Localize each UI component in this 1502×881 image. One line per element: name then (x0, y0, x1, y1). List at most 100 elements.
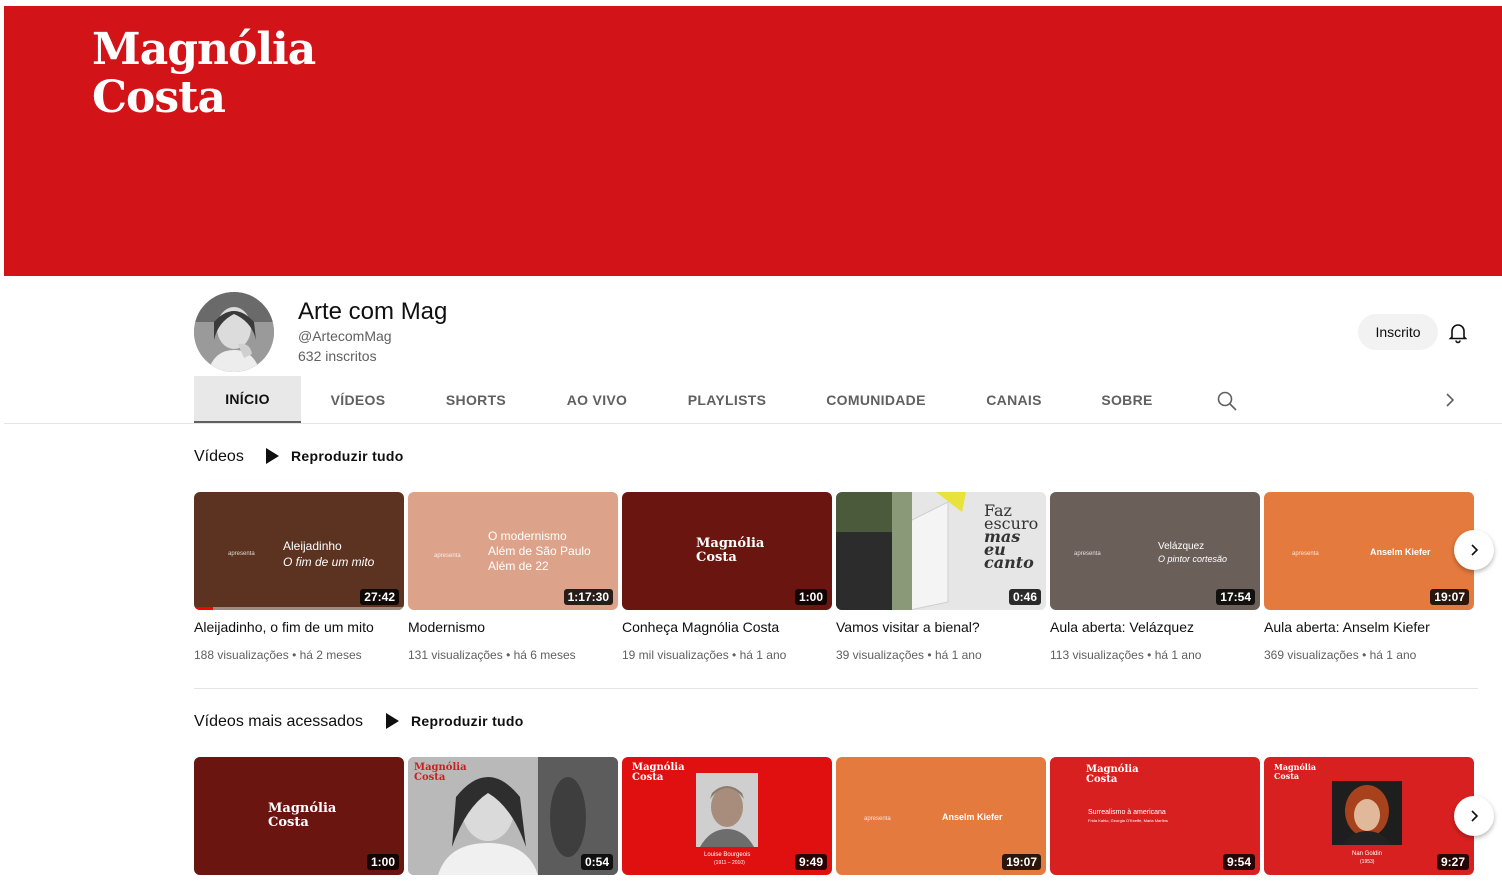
thumb-title-line: O modernismo (488, 529, 567, 543)
thumb-caption: (1911 – 2010) (714, 860, 745, 866)
thumb-title-line: Anselm Kiefer (1370, 547, 1431, 557)
shelf-next-button[interactable] (1454, 530, 1494, 570)
play-all-button[interactable]: Reproduzir tudo (386, 713, 524, 729)
tab-playlists[interactable]: PLAYLISTS (678, 376, 776, 424)
thumb-title-line: Além de 22 (488, 559, 549, 573)
video-duration: 0:46 (1008, 589, 1041, 605)
thumb-logo: Magnólia Costa (1086, 765, 1139, 785)
tab-comunidade[interactable]: COMUNIDADE (818, 376, 934, 424)
thumb-logo: Magnólia Costa (268, 802, 336, 830)
thumb-title-line: Além de São Paulo (488, 544, 591, 558)
thumb-small-text: apresenta (228, 551, 255, 557)
channel-avatar[interactable] (194, 292, 274, 372)
channel-banner: Magnólia Costa (4, 6, 1502, 276)
thumb-caption: (1953) (1360, 859, 1375, 865)
thumb-text: Faz escuro mas eu canto (984, 503, 1038, 572)
video-thumbnail[interactable]: apresenta Anselm Kiefer 19:07 (836, 757, 1046, 875)
subscribe-button[interactable]: Inscrito (1358, 314, 1438, 350)
watch-progress-track (194, 607, 404, 610)
play-all-button[interactable]: Reproduzir tudo (266, 448, 404, 464)
video-thumbnail[interactable]: Faz escuro mas eu canto 0:46 (836, 492, 1046, 610)
video-thumbnail[interactable]: apresenta Anselm Kiefer 19:07 (1264, 492, 1474, 610)
tab-videos[interactable]: VÍDEOS (318, 376, 398, 424)
thumb-title-line: O fim de um mito (283, 555, 375, 569)
chevron-right-icon[interactable] (1440, 390, 1460, 410)
thumb-title-line: Anselm Kiefer (942, 812, 1003, 822)
tabs-divider (4, 423, 1502, 424)
video-age: há 1 ano (1154, 648, 1202, 662)
thumb-portrait (696, 773, 758, 847)
tab-inicio[interactable]: INÍCIO (194, 376, 301, 424)
video-duration: 9:49 (794, 854, 827, 870)
video-duration: 19:07 (1430, 589, 1469, 605)
video-title[interactable]: Vamos visitar a bienal? (836, 619, 1046, 635)
video-age: há 6 meses (513, 648, 576, 662)
thumb-logo: Magnólia Costa (632, 763, 685, 783)
thumb-caption: Frida Kahlo, Georgia O'Keeffe, Maria Mar… (1088, 818, 1168, 823)
video-duration: 9:27 (1436, 854, 1469, 870)
play-icon (386, 713, 399, 729)
video-views: 19 mil visualizações (622, 648, 729, 662)
thumb-logo-line: Magnólia (268, 801, 337, 816)
video-views: 188 visualizações (194, 648, 289, 662)
video-duration: 0:54 (580, 854, 613, 870)
thumb-logo-line: Magnólia (696, 536, 765, 551)
chevron-right-icon (1471, 810, 1479, 822)
banner-logo-line2: Costa (92, 72, 226, 123)
video-thumbnail[interactable]: Magnólia Costa Nan Goldin (1953) 9:27 (1264, 757, 1474, 875)
channel-tabs: INÍCIO VÍDEOS SHORTS AO VIVO PLAYLISTS C… (194, 376, 1474, 424)
video-age: há 2 meses (299, 648, 362, 662)
subscriber-count: 632 inscritos (298, 348, 377, 364)
thumb-text-line: canto (984, 553, 1034, 572)
thumb-small-text: apresenta (434, 553, 461, 559)
thumb-small-text: apresenta (864, 816, 891, 822)
video-duration: 1:00 (794, 589, 827, 605)
video-thumbnail[interactable]: Magnólia Costa 0:54 (408, 757, 618, 875)
video-title[interactable]: Conheça Magnólia Costa (622, 619, 832, 635)
thumb-portrait (1332, 781, 1402, 845)
video-thumbnail[interactable]: apresenta O modernismo Além de São Paulo… (408, 492, 618, 610)
tab-canais[interactable]: CANAIS (976, 376, 1052, 424)
thumb-logo-line: Costa (268, 815, 309, 830)
bell-icon[interactable] (1446, 320, 1470, 344)
video-thumbnail[interactable]: apresenta Aleijadinho O fim de um mito 2… (194, 492, 404, 610)
thumb-caption: Louise Bourgeois (704, 852, 751, 858)
tab-ao-vivo[interactable]: AO VIVO (556, 376, 638, 424)
video-title[interactable]: Modernismo (408, 619, 618, 635)
banner-logo-line1: Magnólia (92, 24, 316, 75)
play-all-label: Reproduzir tudo (411, 713, 524, 729)
watch-progress-bar (194, 607, 213, 610)
thumb-logo-line: Costa (1086, 774, 1118, 785)
search-icon[interactable] (1216, 390, 1238, 412)
tab-sobre[interactable]: SOBRE (1092, 376, 1162, 424)
video-views: 131 visualizações (408, 648, 503, 662)
video-thumbnail[interactable]: Magnólia Costa Louise Bourgeois (1911 – 2… (622, 757, 832, 875)
video-duration: 17:54 (1216, 589, 1255, 605)
video-title[interactable]: Aula aberta: Velázquez (1050, 619, 1260, 635)
video-views: 39 visualizações (836, 648, 925, 662)
video-thumbnail[interactable]: apresenta Velázquez O pintor cortesão 17… (1050, 492, 1260, 610)
thumb-logo-line: Costa (696, 550, 737, 565)
video-thumbnail[interactable]: Magnólia Costa 1:00 (622, 492, 832, 610)
video-age: há 1 ano (934, 648, 982, 662)
video-meta: 19 mil visualizações • há 1 ano (622, 648, 787, 662)
video-thumbnail[interactable]: Magnólia Costa Surrealismo à americana Fr… (1050, 757, 1260, 875)
video-meta: 113 visualizações • há 1 ano (1050, 648, 1202, 662)
shelf-next-button[interactable] (1454, 796, 1494, 836)
video-meta: 39 visualizações • há 1 ano (836, 648, 982, 662)
chevron-right-icon (1471, 544, 1479, 556)
video-duration: 1:17:30 (563, 589, 613, 605)
channel-name: Arte com Mag (298, 298, 448, 325)
thumb-logo-line: Costa (632, 772, 664, 783)
shelf-divider (194, 688, 1478, 689)
channel-handle: @ArtecomMag (298, 328, 392, 344)
tab-shorts[interactable]: SHORTS (434, 376, 518, 424)
play-icon (266, 448, 279, 464)
thumb-title-line: O pintor cortesão (1158, 554, 1228, 564)
video-title[interactable]: Aleijadinho, o fim de um mito (194, 619, 404, 635)
video-duration: 9:54 (1222, 854, 1255, 870)
video-duration: 19:07 (1002, 854, 1041, 870)
video-thumbnail[interactable]: Magnólia Costa 1:00 (194, 757, 404, 875)
thumb-logo: Magnólia Costa (1274, 763, 1316, 781)
video-title[interactable]: Aula aberta: Anselm Kiefer (1264, 619, 1474, 635)
